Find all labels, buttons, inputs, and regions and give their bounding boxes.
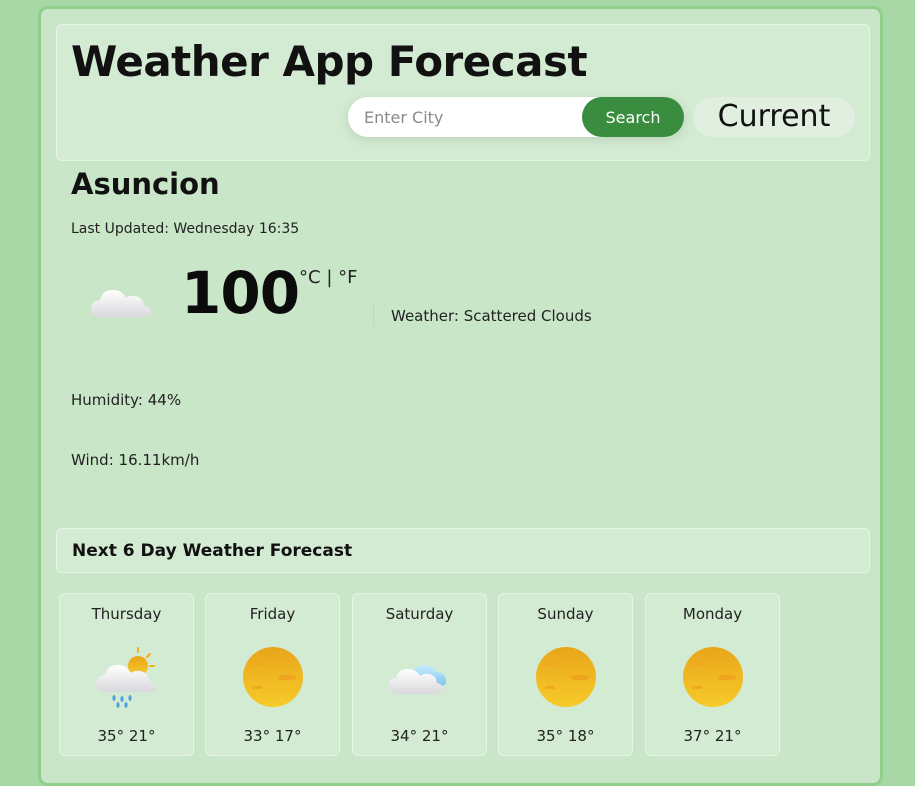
search-form: Search	[348, 97, 684, 137]
sun-icon	[243, 647, 303, 707]
search-input[interactable]	[348, 97, 588, 137]
forecast-heading: Next 6 Day Weather Forecast	[56, 528, 870, 573]
unit-toggle: °C | °F	[299, 267, 357, 288]
search-button[interactable]: Search	[582, 97, 684, 137]
wind: Wind: 16.11km/h	[71, 451, 200, 469]
celsius-link[interactable]: °C	[299, 267, 321, 288]
forecast-list: Thursday 35° 21° Friday 33° 17° Saturday…	[59, 593, 859, 758]
forecast-title: Next 6 Day Weather Forecast	[72, 541, 353, 561]
header: Weather App Forecast Search Current	[56, 24, 870, 161]
humidity: Humidity: 44%	[71, 391, 182, 409]
forecast-temps: 37° 21°	[683, 727, 742, 745]
forecast-card: Monday 37° 21°	[645, 593, 780, 756]
current-temperature: 100	[181, 259, 300, 327]
forecast-day: Thursday	[91, 605, 162, 623]
forecast-card: Friday 33° 17°	[205, 593, 340, 756]
current-location-button[interactable]: Current	[693, 97, 855, 137]
sun-icon	[536, 647, 596, 707]
forecast-temps: 33° 17°	[243, 727, 302, 745]
forecast-card: Sunday 35° 18°	[498, 593, 633, 756]
divider	[373, 305, 374, 325]
forecast-day: Friday	[249, 605, 296, 623]
app-panel: Weather App Forecast Search Current Asun…	[38, 6, 883, 786]
forecast-temps: 35° 21°	[97, 727, 156, 745]
forecast-temps: 35° 18°	[536, 727, 595, 745]
rain-sun-cloud-icon	[96, 647, 156, 708]
weather-description: Weather: Scattered Clouds	[391, 307, 592, 325]
page-title: Weather App Forecast	[71, 37, 588, 86]
forecast-day: Saturday	[385, 605, 454, 623]
forecast-day: Sunday	[537, 605, 594, 623]
city-name: Asuncion	[71, 167, 220, 201]
cloud-icon	[91, 290, 151, 317]
forecast-card: Saturday 34° 21°	[352, 593, 487, 756]
forecast-day: Monday	[682, 605, 743, 623]
unit-separator: |	[326, 267, 333, 288]
last-updated: Last Updated: Wednesday 16:35	[71, 221, 300, 237]
cloud-icon	[388, 665, 447, 694]
forecast-card: Thursday 35° 21°	[59, 593, 194, 756]
sun-icon	[683, 647, 743, 707]
forecast-temps: 34° 21°	[390, 727, 449, 745]
fahrenheit-link[interactable]: °F	[338, 267, 357, 288]
